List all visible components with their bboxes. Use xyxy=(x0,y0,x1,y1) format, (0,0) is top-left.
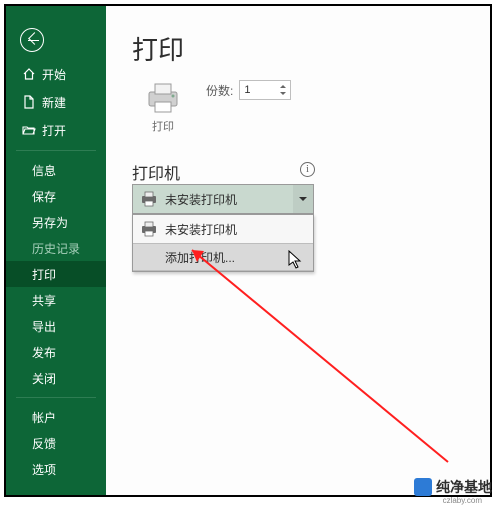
content-pane: 打印 打印 份数: 1 打印机 i 未安装打印机 未安装打印机 xyxy=(106,6,490,495)
sidebar-item-info[interactable]: 信息 xyxy=(6,157,106,183)
watermark-logo-icon xyxy=(414,478,432,496)
sidebar-label: 历史记录 xyxy=(32,240,80,257)
sidebar-item-feedback[interactable]: 反馈 xyxy=(6,430,106,456)
printer-large-icon xyxy=(143,80,183,116)
printer-small-icon xyxy=(139,189,159,209)
printer-combo[interactable]: 未安装打印机 xyxy=(132,184,314,214)
back-button[interactable] xyxy=(20,28,44,52)
folder-open-icon xyxy=(22,123,36,137)
divider xyxy=(16,150,96,151)
print-button[interactable]: 打印 xyxy=(132,76,194,134)
sidebar-item-close[interactable]: 关闭 xyxy=(6,365,106,391)
sidebar-label: 开始 xyxy=(42,66,66,83)
backstage-sidebar: 开始 新建 打开 信息 保存 另存为 历史记录 打印 共享 导出 发布 关闭 帐… xyxy=(6,6,106,495)
sidebar-label: 反馈 xyxy=(32,435,56,452)
printer-option-label: 未安装打印机 xyxy=(165,221,237,238)
sidebar-item-options[interactable]: 选项 xyxy=(6,456,106,482)
printer-selected-label: 未安装打印机 xyxy=(165,191,237,208)
sidebar-label: 导出 xyxy=(32,318,56,335)
printer-section-title: 打印机 xyxy=(132,160,180,184)
sidebar-item-account[interactable]: 帐户 xyxy=(6,404,106,430)
sidebar-item-saveas[interactable]: 另存为 xyxy=(6,209,106,235)
sidebar-item-open[interactable]: 打开 xyxy=(6,116,106,144)
sidebar-label: 打开 xyxy=(42,122,66,139)
printer-option-label: 添加打印机... xyxy=(165,249,235,266)
sidebar-item-export[interactable]: 导出 xyxy=(6,313,106,339)
sidebar-item-history[interactable]: 历史记录 xyxy=(6,235,106,261)
page-title: 打印 xyxy=(132,30,184,67)
printer-dropdown-menu: 未安装打印机 添加打印机... xyxy=(132,214,314,272)
copies-spinner[interactable]: 1 xyxy=(239,80,291,100)
sidebar-item-save[interactable]: 保存 xyxy=(6,183,106,209)
annotation-arrow xyxy=(178,242,458,502)
printer-option-add[interactable]: 添加打印机... xyxy=(133,243,313,271)
printer-small-icon xyxy=(139,219,159,239)
blank-icon xyxy=(139,247,159,267)
sidebar-label: 发布 xyxy=(32,344,56,361)
sidebar-label: 新建 xyxy=(42,94,66,111)
sidebar-label: 关闭 xyxy=(32,370,56,387)
sidebar-label: 选项 xyxy=(32,461,56,478)
print-button-label: 打印 xyxy=(132,118,194,134)
sidebar-item-new[interactable]: 新建 xyxy=(6,88,106,116)
sidebar-label: 另存为 xyxy=(32,214,68,231)
printer-option-none[interactable]: 未安装打印机 xyxy=(133,215,313,243)
sidebar-label: 保存 xyxy=(32,188,56,205)
sidebar-label: 打印 xyxy=(32,266,56,283)
sidebar-item-print[interactable]: 打印 xyxy=(6,261,106,287)
home-icon xyxy=(22,67,36,81)
sidebar-label: 信息 xyxy=(32,162,56,179)
info-icon[interactable]: i xyxy=(300,162,315,177)
copies-row: 份数: 1 xyxy=(206,80,291,100)
chevron-down-icon[interactable] xyxy=(293,185,313,213)
sidebar-label: 共享 xyxy=(32,292,56,309)
watermark: 纯净基地 czlaby.com xyxy=(414,477,492,497)
divider xyxy=(16,397,96,398)
file-icon xyxy=(22,95,36,109)
copies-label: 份数: xyxy=(206,82,233,99)
sidebar-item-share[interactable]: 共享 xyxy=(6,287,106,313)
watermark-name: 纯净基地 xyxy=(436,477,492,497)
sidebar-item-home[interactable]: 开始 xyxy=(6,60,106,88)
spinner-arrows-icon[interactable] xyxy=(277,82,289,98)
sidebar-item-publish[interactable]: 发布 xyxy=(6,339,106,365)
sidebar-label: 帐户 xyxy=(32,409,56,426)
